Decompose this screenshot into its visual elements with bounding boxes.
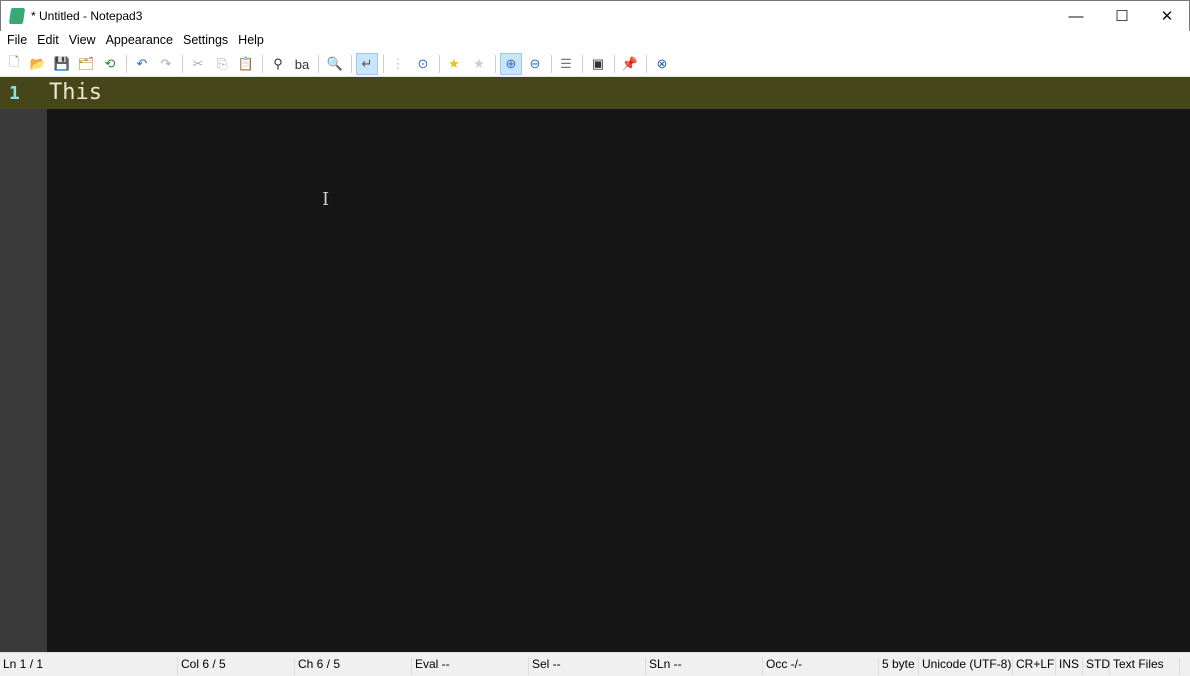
status-character: Ch 6 / 5 xyxy=(295,657,412,675)
long-line-icon: ⋮ xyxy=(391,56,405,71)
console-icon: ▣ xyxy=(591,56,605,71)
save-as-button[interactable]: 🗂 xyxy=(75,53,97,75)
save-icon: 💾 xyxy=(53,56,71,71)
status-file-type[interactable]: Text Files xyxy=(1110,657,1180,675)
scheme-icon: ☰ xyxy=(560,56,572,71)
open-folder-button[interactable]: 📂 xyxy=(27,53,49,75)
menu-bar: File Edit View Appearance Settings Help xyxy=(0,31,1190,51)
scheme-button[interactable]: ☰ xyxy=(555,53,577,75)
paste-icon: 📋 xyxy=(237,56,255,71)
menu-edit[interactable]: Edit xyxy=(32,31,64,51)
text-cursor-icon: I xyxy=(322,189,330,210)
open-folder-icon: 📂 xyxy=(29,56,47,71)
favorite-button[interactable]: ★ xyxy=(443,53,465,75)
status-selection: Sel -- xyxy=(529,657,646,675)
exit-button[interactable]: ⊗ xyxy=(651,53,673,75)
copy-button[interactable]: ⎘ xyxy=(211,53,233,75)
save-as-icon: 🗂 xyxy=(77,56,95,71)
cut-icon: ✂ xyxy=(192,56,204,71)
minimize-button[interactable]: — xyxy=(1053,1,1099,31)
window-title: * Untitled - Notepad3 xyxy=(31,9,143,23)
title-bar: * Untitled - Notepad3 — ☐ ✕ xyxy=(0,0,1190,31)
undo-button[interactable]: ↶ xyxy=(131,53,153,75)
menu-view[interactable]: View xyxy=(64,31,101,51)
line-number-gutter xyxy=(0,77,47,652)
replace-button[interactable]: ba xyxy=(291,53,313,75)
close-button[interactable]: ✕ xyxy=(1144,1,1190,31)
menu-file[interactable]: File xyxy=(2,31,32,51)
status-column: Col 6 / 5 xyxy=(178,657,295,675)
menu-settings[interactable]: Settings xyxy=(178,31,233,51)
toolbar-separator xyxy=(262,55,263,73)
status-bar: Ln 1 / 1 Col 6 / 5 Ch 6 / 5 Eval -- Sel -- SL… xyxy=(0,652,1190,676)
word-wrap-icon: ↵ xyxy=(361,56,373,71)
line-number: 1 xyxy=(9,83,20,104)
zoom-reset-button[interactable]: ⊙ xyxy=(412,53,434,75)
toolbar: 🗋 📂 💾 🗂 ⟲ ↶ ↷ ✂ ⎘ 📋 ⚲ ba 🔍 ↵ ⋮ ⊙ ★ ★ ⊕ ⊖ ☰ ▣ 📌 ⊗ xyxy=(0,51,1190,77)
toolbar-separator xyxy=(646,55,647,73)
zoom-in-button[interactable]: ⊕ xyxy=(500,53,522,75)
toolbar-separator xyxy=(182,55,183,73)
toolbar-separator xyxy=(495,55,496,73)
pin-icon: 📌 xyxy=(621,56,639,71)
redo-icon: ↷ xyxy=(160,56,172,71)
menu-appearance[interactable]: Appearance xyxy=(101,31,178,51)
copy-icon: ⎘ xyxy=(216,56,228,71)
find-button[interactable]: ⚲ xyxy=(267,53,289,75)
replace-icon: ba xyxy=(294,56,310,72)
maximize-button[interactable]: ☐ xyxy=(1099,1,1145,31)
toolbar-separator xyxy=(439,55,440,73)
status-eval: Eval -- xyxy=(412,657,529,675)
status-occurrences: Occ -/- xyxy=(763,657,879,675)
revert-icon: ⟲ xyxy=(104,56,116,71)
toolbar-separator xyxy=(318,55,319,73)
toolbar-separator xyxy=(126,55,127,73)
editor-text[interactable]: This xyxy=(49,80,102,105)
zoom-in-icon: ⊕ xyxy=(505,56,517,71)
toolbar-separator xyxy=(582,55,583,73)
goto-button[interactable]: 🔍 xyxy=(324,53,346,75)
favorite-icon: ★ xyxy=(448,56,460,71)
pin-button[interactable]: 📌 xyxy=(619,53,641,75)
toolbar-separator xyxy=(351,55,352,73)
toolbar-separator xyxy=(383,55,384,73)
status-size: 5 byte xyxy=(879,657,919,675)
status-std[interactable]: STD xyxy=(1083,657,1110,675)
zoom-reset-icon: ⊙ xyxy=(417,56,429,71)
current-line-highlight xyxy=(0,77,1190,109)
word-wrap-button[interactable]: ↵ xyxy=(356,53,378,75)
add-favorite-icon: ★ xyxy=(473,56,485,71)
long-line-button[interactable]: ⋮ xyxy=(387,53,409,75)
new-file-button[interactable]: 🗋 xyxy=(3,53,25,75)
status-line: Ln 1 / 1 xyxy=(0,657,178,675)
add-favorite-button[interactable]: ★ xyxy=(468,53,490,75)
undo-icon: ↶ xyxy=(136,56,148,71)
status-line-endings[interactable]: CR+LF xyxy=(1013,657,1056,675)
app-icon xyxy=(8,8,26,24)
zoom-out-icon: ⊖ xyxy=(529,56,541,71)
toolbar-separator xyxy=(614,55,615,73)
status-selected-lines: SLn -- xyxy=(646,657,763,675)
status-insert-mode[interactable]: INS xyxy=(1056,657,1083,675)
find-icon: ⚲ xyxy=(273,56,283,71)
cut-button[interactable]: ✂ xyxy=(187,53,209,75)
exit-icon: ⊗ xyxy=(656,56,668,71)
new-file-icon: 🗋 xyxy=(8,54,20,69)
paste-button[interactable]: 📋 xyxy=(235,53,257,75)
zoom-out-button[interactable]: ⊖ xyxy=(524,53,546,75)
goto-icon: 🔍 xyxy=(326,56,344,71)
revert-button[interactable]: ⟲ xyxy=(99,53,121,75)
save-button[interactable]: 💾 xyxy=(51,53,73,75)
status-encoding[interactable]: Unicode (UTF-8) xyxy=(919,657,1013,675)
editor[interactable]: 1 This I xyxy=(0,77,1190,652)
toolbar-separator xyxy=(551,55,552,73)
menu-help[interactable]: Help xyxy=(233,31,269,51)
console-button[interactable]: ▣ xyxy=(587,53,609,75)
redo-button[interactable]: ↷ xyxy=(155,53,177,75)
